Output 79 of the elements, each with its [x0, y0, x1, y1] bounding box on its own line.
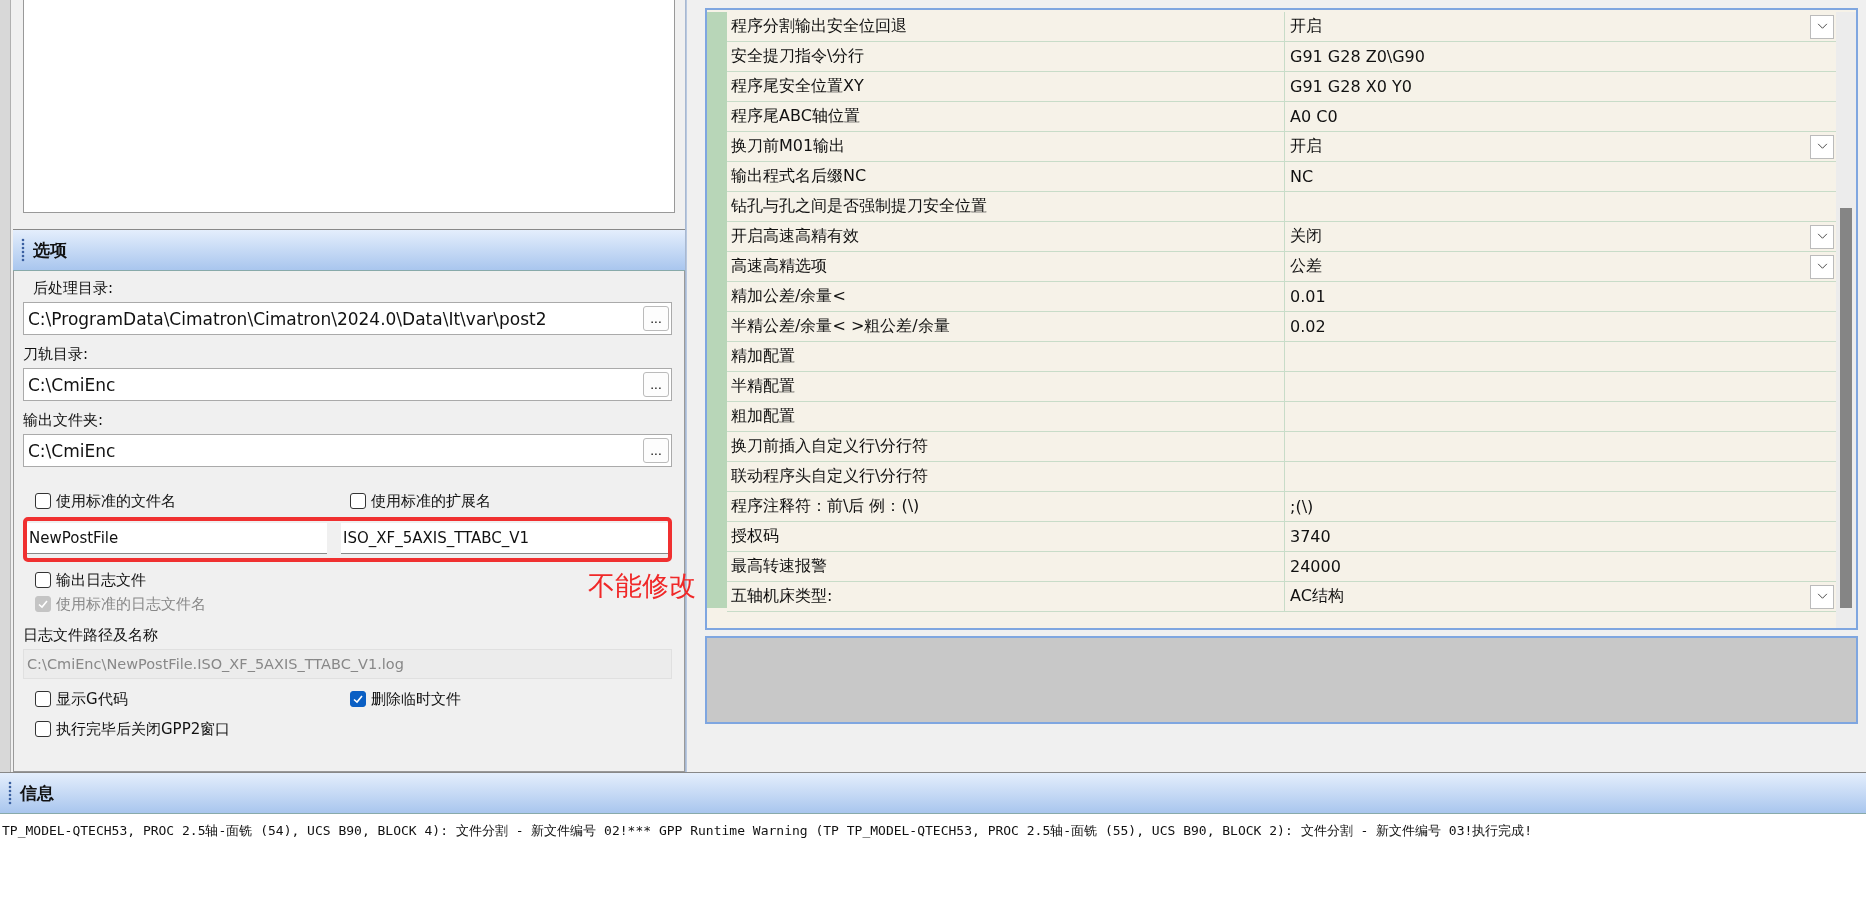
property-value[interactable]: 0.02: [1285, 312, 1836, 341]
name-field[interactable]: ISO_XF_5AXIS_TTABC_V1: [341, 523, 668, 554]
property-name: 半精配置: [727, 372, 1285, 401]
property-name: 换刀前M01输出: [727, 132, 1285, 161]
property-name: 输出程式名后缀NC: [727, 162, 1285, 191]
checkbox-label[interactable]: 使用标准的扩展名: [371, 491, 491, 511]
property-name: 五轴机床类型:: [727, 582, 1285, 611]
dropdown-button[interactable]: [1810, 254, 1834, 279]
checkbox-label[interactable]: 删除临时文件: [371, 689, 461, 709]
property-name: 联动程序头自定义行\分行符: [727, 462, 1285, 491]
property-value[interactable]: 0.01: [1285, 282, 1836, 311]
property-name: 高速高精选项: [727, 252, 1285, 281]
caret-icon: [1816, 593, 1828, 600]
property-name: 安全提刀指令\分行: [727, 42, 1285, 71]
property-value[interactable]: A0 C0: [1285, 102, 1836, 131]
property-name: 换刀前插入自定义行\分行符: [727, 432, 1285, 461]
path-field[interactable]: C:\CmiEnc ...: [23, 434, 672, 467]
grip-icon: [21, 238, 25, 262]
field-label: 日志文件路径及名称: [23, 626, 158, 645]
property-value[interactable]: 开启: [1285, 132, 1836, 161]
browse-button[interactable]: ...: [643, 306, 669, 331]
caret-icon: [1816, 233, 1828, 240]
browse-button[interactable]: ...: [643, 438, 669, 463]
property-value[interactable]: ;(\): [1285, 492, 1836, 521]
list-box[interactable]: [23, 0, 675, 213]
checkmark-icon: [352, 693, 364, 705]
property-value[interactable]: AC结构: [1285, 582, 1836, 611]
checkbox-label[interactable]: 显示G代码: [56, 689, 128, 709]
log-message: TP_MODEL-QTECH53, PROC 2.5轴-面铣 (54), UCS B90, BLOCK 4): 文件分割 - 新文件编号 02!*** GPP Runtime Warning (TP TP_MODEL-QTECH53, PROC 2.5轴-面铣 (55), UCS B90, BLOCK 2): 文件分割 - 新文件编号 03!执行完成!: [1, 822, 1533, 840]
property-name: 钻孔与孔之间是否强制提刀安全位置: [727, 192, 1285, 221]
dropdown-button[interactable]: [1810, 584, 1834, 609]
checkmark-icon: [37, 598, 49, 610]
property-value[interactable]: NC: [1285, 162, 1836, 191]
name-field[interactable]: NewPostFile: [27, 523, 327, 554]
checkbox[interactable]: [35, 572, 51, 588]
caret-icon: [1816, 263, 1828, 270]
property-name: 精加公差/余量<: [727, 282, 1285, 311]
property-name: 程序注释符：前\后 例：(\): [727, 492, 1285, 521]
field-label: 后处理目录:: [33, 279, 114, 298]
dropdown-button[interactable]: [1810, 134, 1834, 159]
checkbox[interactable]: [35, 721, 51, 737]
dropdown-button[interactable]: [1810, 14, 1834, 39]
property-value[interactable]: 关闭: [1285, 222, 1836, 251]
browse-button[interactable]: ...: [643, 372, 669, 397]
property-name: 半精公差/余量< >粗公差/余量: [727, 312, 1285, 341]
checkbox[interactable]: [35, 493, 51, 509]
checkbox[interactable]: [35, 691, 51, 707]
checkbox-label[interactable]: 执行完毕后关闭GPP2窗口: [56, 719, 231, 739]
property-value[interactable]: G91 G28 Z0\G90: [1285, 42, 1836, 71]
caret-icon: [1816, 143, 1828, 150]
property-name: 粗加配置: [727, 402, 1285, 431]
grip-icon: [8, 781, 12, 805]
property-name: 程序分割输出安全位回退: [727, 12, 1285, 41]
annotation-text: 不能修改: [588, 569, 696, 603]
property-name: 最高转速报警: [727, 552, 1285, 581]
field-label: 刀轨目录:: [23, 345, 89, 364]
property-name: 精加配置: [727, 342, 1285, 371]
path-field[interactable]: C:\CmiEnc ...: [23, 368, 672, 401]
property-value[interactable]: 24000: [1285, 552, 1836, 581]
caret-icon: [1816, 23, 1828, 30]
scrollbar[interactable]: [1836, 12, 1856, 628]
checkbox-label[interactable]: 输出日志文件: [56, 570, 146, 590]
property-value[interactable]: 开启: [1285, 12, 1836, 41]
property-name: 程序尾安全位置XY: [727, 72, 1285, 101]
checkbox[interactable]: [350, 691, 366, 707]
section-title: 选项: [33, 238, 67, 262]
path-field[interactable]: C:\ProgramData\Cimatron\Cimatron\2024.0\Data\It\var\post2 ...: [23, 302, 672, 335]
property-value[interactable]: G91 G28 X0 Y0: [1285, 72, 1836, 101]
checkbox[interactable]: [350, 493, 366, 509]
property-name: 授权码: [727, 522, 1285, 551]
dropdown-button[interactable]: [1810, 224, 1834, 249]
property-value[interactable]: 3740: [1285, 522, 1836, 551]
property-value[interactable]: 公差: [1285, 252, 1836, 281]
section-title: 信息: [20, 781, 54, 805]
field-label: 输出文件夹:: [23, 411, 104, 430]
property-name: 开启高速高精有效: [727, 222, 1285, 251]
checkbox-label[interactable]: 使用标准的文件名: [56, 491, 176, 511]
property-name: 程序尾ABC轴位置: [727, 102, 1285, 131]
scrollbar-thumb[interactable]: [1840, 208, 1852, 608]
